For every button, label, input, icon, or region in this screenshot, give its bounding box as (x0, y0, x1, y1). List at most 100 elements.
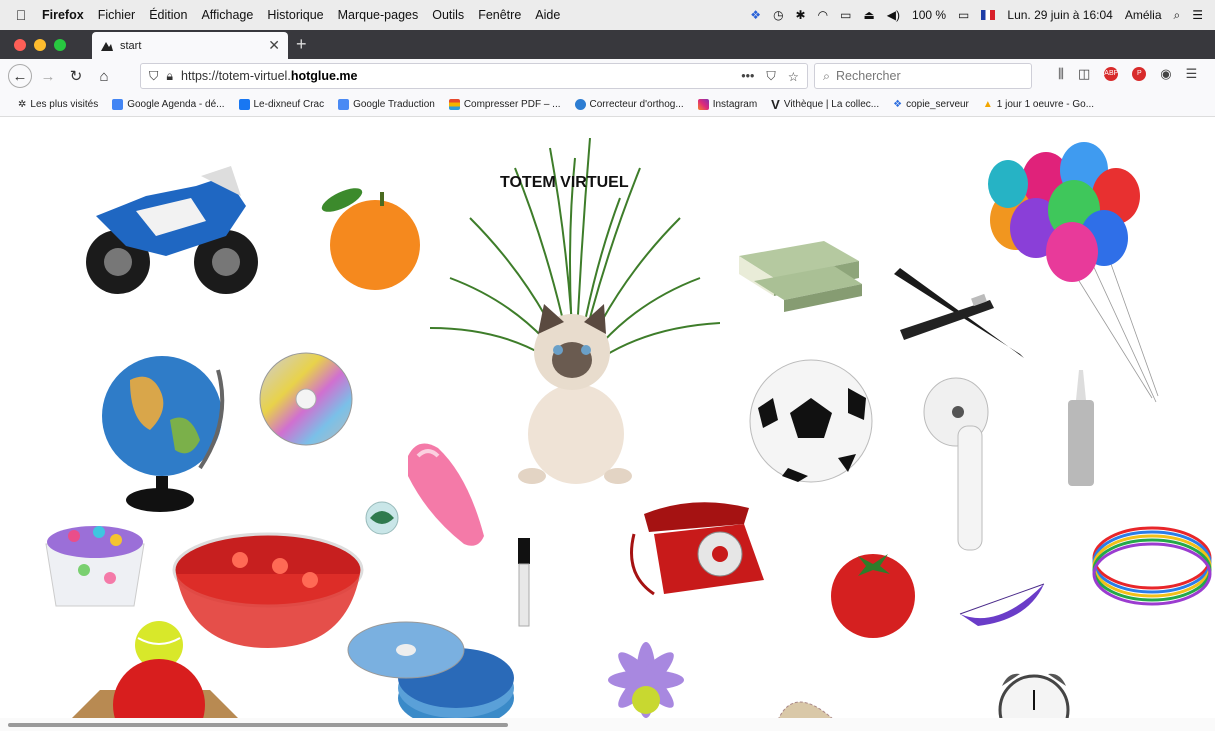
menu-historique[interactable]: Historique (267, 8, 323, 22)
dropbox-icon[interactable]: ❖ (750, 8, 761, 22)
close-tab-icon[interactable]: ✕ (268, 37, 280, 54)
vitheque-icon: V (771, 97, 780, 112)
bookmarks-toolbar: ✲ Les plus visités Google Agenda - dé... … (0, 93, 1215, 117)
purple-feather-image[interactable] (958, 580, 1050, 632)
soccer-ball-image[interactable] (748, 358, 874, 484)
bookmark-instagram[interactable]: Instagram (697, 99, 757, 110)
bookmark-google-agenda[interactable]: Google Agenda - dé... (112, 99, 225, 110)
marble-image[interactable] (364, 500, 400, 536)
adblock-icon[interactable]: ABP (1104, 67, 1118, 81)
bookmark-correcteur[interactable]: Correcteur d'orthog... (574, 99, 684, 110)
dvd-stack-image[interactable] (346, 618, 518, 718)
motorcycle-image[interactable] (76, 166, 262, 298)
home-button[interactable]: ⌂ (92, 64, 116, 88)
horizontal-scrollbar[interactable] (0, 718, 1215, 731)
lock-icon[interactable]: 🔒︎ (166, 69, 173, 84)
menu-firefox[interactable]: Firefox (42, 8, 84, 22)
navigation-toolbar: ← → ↻ ⌂ ⛉ 🔒︎ https://totem-virtuel.hotgl… (0, 59, 1215, 93)
bookmark-most-visited[interactable]: ✲ Les plus visités (18, 99, 98, 110)
shield-icon[interactable]: ⛉ (149, 69, 158, 84)
datetime[interactable]: Lun. 29 juin à 16:04 (1007, 8, 1112, 22)
menu-aide[interactable]: Aide (535, 8, 560, 22)
bookmark-le-dixneuf[interactable]: Le-dixneuf Crac (238, 99, 324, 110)
new-tab-button[interactable]: + (296, 34, 307, 55)
translate-icon (338, 99, 350, 110)
pinterest-icon[interactable]: P (1132, 67, 1147, 81)
spellcheck-icon (574, 99, 586, 110)
instagram-icon (697, 99, 709, 110)
page-actions-icon[interactable]: ••• (741, 69, 754, 84)
globe-image[interactable] (100, 350, 232, 514)
forward-button[interactable]: → (36, 64, 60, 88)
scrollbar-thumb[interactable] (8, 723, 508, 727)
menu-icon[interactable]: ☰ (1186, 66, 1198, 82)
glitter-bottle-image[interactable] (1064, 370, 1098, 488)
bookmark-google-traduction[interactable]: Google Traduction (338, 99, 435, 110)
airplay-icon[interactable]: ▭ (840, 8, 851, 22)
macos-menu-bar:  Firefox Fichier Édition Affichage Hist… (0, 0, 1215, 30)
earbud-image[interactable] (922, 376, 998, 552)
library-icon[interactable]: ⫼ (1058, 66, 1064, 82)
minimize-window-button[interactable] (34, 39, 46, 51)
facebook-icon (238, 99, 250, 110)
toolbar-icons: ⫼ ◫ ABP P ◉ ☰ (1058, 66, 1197, 82)
wifi-icon[interactable]: ◠ (818, 8, 828, 22)
lip-gloss-tube-image[interactable] (514, 538, 534, 628)
reload-button[interactable]: ↻ (64, 64, 88, 88)
gear-icon: ✲ (18, 99, 27, 110)
pocket-icon[interactable]: ⛉ (766, 69, 775, 84)
url-text[interactable]: https://totem-virtuel.hotglue.me (181, 69, 357, 83)
red-ball-image[interactable] (112, 658, 206, 718)
menu-edition[interactable]: Édition (149, 8, 187, 22)
orange-image[interactable] (318, 182, 424, 292)
menu-fichier[interactable]: Fichier (98, 8, 136, 22)
volume-icon[interactable]: ◀) (887, 8, 900, 22)
zoom-window-button[interactable] (54, 39, 66, 51)
url-bar[interactable]: ⛉ 🔒︎ https://totem-virtuel.hotglue.me ••… (140, 63, 808, 89)
rubber-bands-image[interactable] (1090, 522, 1214, 608)
google-drive-icon: ▲ (982, 99, 993, 110)
user-name[interactable]: Amélia (1125, 8, 1162, 22)
balloons-image[interactable] (976, 140, 1160, 404)
menu-fenetre[interactable]: Fenêtre (478, 8, 521, 22)
cd-disc-image[interactable] (258, 352, 354, 446)
close-window-button[interactable] (14, 39, 26, 51)
bookmark-star-icon[interactable]: ☆ (788, 69, 799, 84)
rotary-phone-image[interactable] (624, 494, 770, 604)
bookmark-1-jour-1-oeuvre[interactable]: ▲ 1 jour 1 oeuvre - Go... (983, 99, 1094, 110)
purple-flower-image[interactable] (584, 640, 708, 718)
bookmark-compresser-pdf[interactable]: Compresser PDF – ... (448, 99, 561, 110)
battery-icon[interactable]: ▭ (958, 8, 969, 22)
eject-icon[interactable]: ⏏ (863, 8, 874, 22)
mesh-bag-image[interactable] (774, 684, 840, 718)
back-button[interactable]: ← (8, 64, 32, 88)
menu-marque-pages[interactable]: Marque-pages (338, 8, 419, 22)
menu-outils[interactable]: Outils (432, 8, 464, 22)
bluetooth-icon[interactable]: ✱ (796, 8, 806, 22)
input-source-flag-icon[interactable] (981, 10, 996, 20)
bookmark-copie-serveur[interactable]: ❖ copie_serveur (893, 99, 969, 110)
red-beads-bowl-image[interactable] (170, 530, 366, 652)
time-machine-icon[interactable]: ◷ (773, 8, 783, 22)
sidebar-icon[interactable]: ◫ (1078, 66, 1090, 82)
tab-strip: start ✕ + (0, 30, 1215, 59)
tab-start[interactable]: start ✕ (92, 32, 288, 59)
pink-gloss-image[interactable] (398, 436, 490, 550)
kitten-image[interactable] (514, 304, 638, 488)
battery-level[interactable]: 100 % (912, 8, 946, 22)
notification-center-icon[interactable]: ☰ (1192, 8, 1203, 22)
account-icon[interactable]: ◉ (1160, 66, 1171, 82)
apple-icon[interactable]:  (10, 7, 32, 23)
window-controls (14, 39, 66, 51)
app-menu: Firefox Fichier Édition Affichage Histor… (42, 8, 560, 22)
calendar-icon (112, 99, 124, 110)
alarm-clock-image[interactable] (996, 668, 1072, 718)
bookmark-vitheque[interactable]: V Vithèque | La collec... (771, 97, 879, 112)
tomato-image[interactable] (828, 546, 918, 638)
water-beads-cup-image[interactable] (44, 514, 146, 610)
spotlight-icon[interactable]: ⌕ (1174, 8, 1181, 23)
search-bar[interactable]: ⌕ Rechercher (814, 63, 1032, 89)
menu-affichage[interactable]: Affichage (201, 8, 253, 22)
page-content: TOTEM VIRTUEL (0, 118, 1215, 718)
money-stacks-image[interactable] (734, 236, 864, 314)
